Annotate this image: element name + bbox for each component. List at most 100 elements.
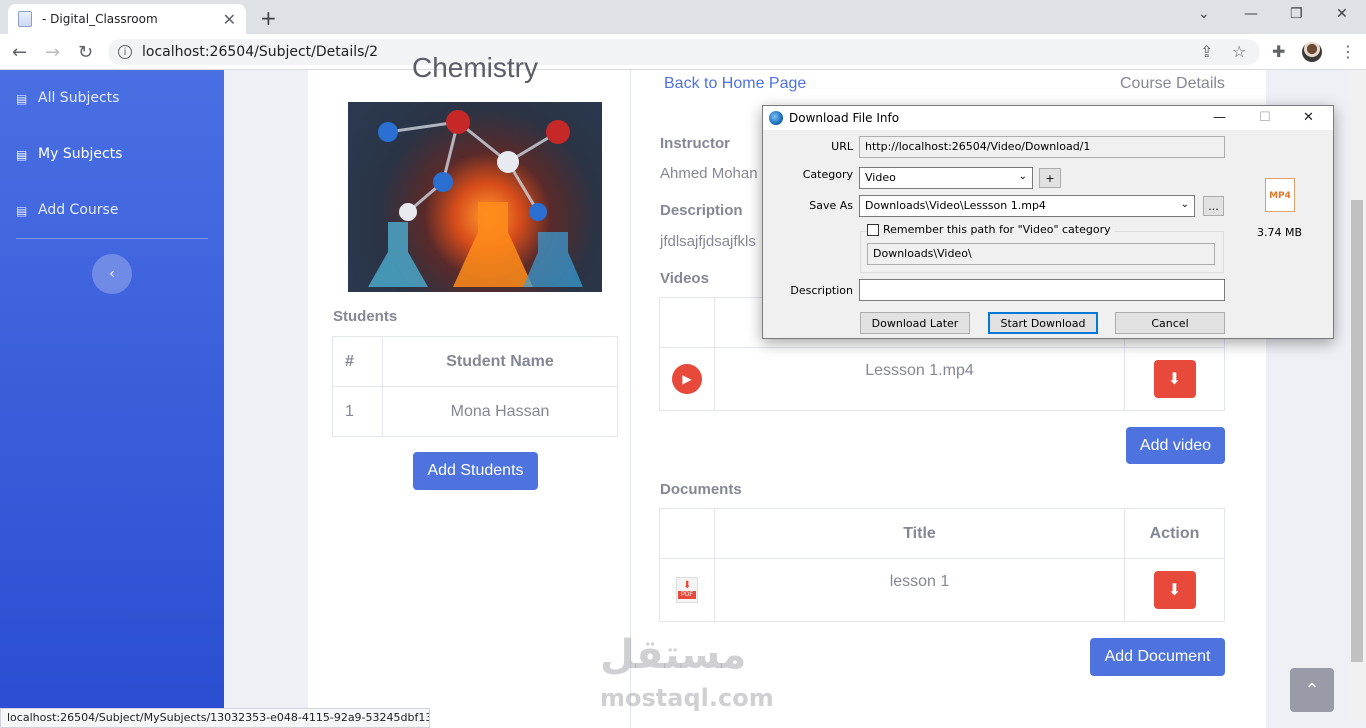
book-icon: ▤ xyxy=(16,148,28,162)
add-document-button[interactable]: Add Document xyxy=(1090,638,1225,676)
watermark-arabic: مستقل xyxy=(600,632,747,678)
file-type-label: MP4 xyxy=(1269,191,1291,201)
share-icon[interactable]: ⇪ xyxy=(1200,42,1213,61)
dialog-close-icon[interactable]: ✕ xyxy=(1303,110,1314,125)
browse-button[interactable]: ... xyxy=(1203,196,1224,216)
page-favicon-icon xyxy=(18,11,32,27)
documents-heading: Documents xyxy=(660,481,742,498)
sidebar-item-label: All Subjects xyxy=(38,90,120,106)
tab-close-icon[interactable]: ✕ xyxy=(223,10,236,29)
doc-header-title: Title xyxy=(714,508,1125,559)
new-tab-button[interactable]: + xyxy=(260,6,277,30)
download-icon: ⬇ xyxy=(1167,371,1182,388)
instructor-label: Instructor xyxy=(660,135,731,152)
url-field[interactable]: http://localhost:26504/Video/Download/1 xyxy=(859,136,1225,158)
extensions-puzzle-icon[interactable]: ✚ xyxy=(1272,42,1285,61)
student-index: 1 xyxy=(332,386,383,437)
site-info-icon[interactable]: i xyxy=(118,45,132,59)
category-value: Video xyxy=(865,171,896,184)
book-icon: ▤ xyxy=(16,92,28,106)
scrollbar-thumb[interactable] xyxy=(1351,200,1363,662)
category-label: Category xyxy=(802,168,853,181)
cancel-button[interactable]: Cancel xyxy=(1115,312,1225,334)
save-as-select[interactable]: Downloads\Video\Lessson 1.mp4 ⌄ xyxy=(859,195,1195,217)
document-title: lesson 1 xyxy=(714,558,1125,622)
sidebar-divider xyxy=(16,238,208,239)
browser-menu-icon[interactable]: ⋮ xyxy=(1340,42,1356,61)
status-bar-url: localhost:26504/Subject/MySubjects/13032… xyxy=(0,708,430,728)
sidebar-collapse-button[interactable]: ‹ xyxy=(92,254,132,294)
watermark-latin: mostaql.com xyxy=(600,684,774,712)
bookmark-star-icon[interactable]: ☆ xyxy=(1232,42,1246,61)
restore-icon[interactable]: ❐ xyxy=(1290,6,1303,22)
videos-heading: Videos xyxy=(660,270,709,287)
description-input[interactable] xyxy=(859,279,1225,301)
description-field-label: Description xyxy=(790,284,853,297)
pdf-tag: PDF xyxy=(678,591,696,599)
mp4-file-icon: MP4 xyxy=(1265,178,1295,212)
column-divider xyxy=(630,70,631,728)
browser-tab[interactable]: - Digital_Classroom ✕ xyxy=(8,4,246,34)
minimize-icon[interactable]: — xyxy=(1244,6,1258,22)
students-table: # Student Name 1 Mona Hassan xyxy=(332,336,618,437)
reload-icon[interactable]: ↻ xyxy=(78,42,93,63)
dialog-title: Download File Info xyxy=(789,111,900,125)
scroll-to-top-button[interactable]: ⌃ xyxy=(1290,668,1334,712)
documents-table: Title Action ⬇ PDF lesson 1 ⬇ xyxy=(659,508,1225,622)
table-row: ⬇ PDF lesson 1 ⬇ xyxy=(659,558,1225,622)
table-header-student-name: Student Name xyxy=(382,336,618,387)
table-row: 1 Mona Hassan xyxy=(332,386,618,437)
table-row: ▶ Lessson 1.mp4 ⬇ xyxy=(659,347,1225,411)
path-field: Downloads\Video\ xyxy=(867,243,1215,265)
subject-title: Chemistry xyxy=(411,52,538,83)
save-as-label: Save As xyxy=(809,199,853,212)
file-size: 3.74 MB xyxy=(1257,226,1303,239)
subject-image xyxy=(348,102,602,292)
download-file-info-dialog: Download File Info — ☐ ✕ URL http://loca… xyxy=(762,105,1334,339)
url-label: URL xyxy=(831,140,853,153)
sidebar-item-add-course[interactable]: ▤ Add Course xyxy=(16,202,118,218)
remember-path-label: Remember this path for "Video" category xyxy=(883,223,1111,236)
category-select[interactable]: Video ⌄ xyxy=(859,167,1033,189)
download-document-button[interactable]: ⬇ xyxy=(1153,571,1196,609)
remember-path-checkbox[interactable]: Remember this path for "Video" category xyxy=(867,223,1115,236)
dialog-minimize-icon[interactable]: — xyxy=(1213,110,1226,125)
video-title: Lessson 1.mp4 xyxy=(714,347,1125,411)
sidebar-item-my-subjects[interactable]: ▤ My Subjects xyxy=(16,146,122,162)
back-to-home-link[interactable]: Back to Home Page xyxy=(664,75,806,93)
chevron-down-icon: ⌄ xyxy=(1180,199,1189,210)
students-heading: Students xyxy=(333,308,398,325)
chevron-down-icon: ⌄ xyxy=(1018,171,1027,182)
download-later-button[interactable]: Download Later xyxy=(860,312,970,334)
tab-search-icon[interactable]: ⌄ xyxy=(1198,6,1210,22)
profile-avatar[interactable] xyxy=(1302,42,1322,62)
add-students-button[interactable]: Add Students xyxy=(413,452,538,490)
forward-arrow-icon[interactable]: → xyxy=(45,42,60,63)
add-video-button[interactable]: Add video xyxy=(1126,427,1225,464)
window-close-icon[interactable]: ✕ xyxy=(1336,6,1348,22)
description-value: jfdlsajfjdsajfkls xyxy=(660,233,756,250)
doc-header-action: Action xyxy=(1124,508,1225,559)
sidebar xyxy=(0,70,224,708)
book-icon: ▤ xyxy=(16,204,28,218)
save-as-value: Downloads\Video\Lessson 1.mp4 xyxy=(865,199,1046,212)
course-details-heading: Course Details xyxy=(1120,75,1225,92)
address-bar[interactable]: i localhost:26504/Subject/Details/2 xyxy=(108,39,1260,65)
download-video-button[interactable]: ⬇ xyxy=(1153,360,1196,398)
video-header-icon-col xyxy=(659,297,715,348)
play-icon[interactable]: ▶ xyxy=(672,364,702,394)
checkbox-box[interactable] xyxy=(867,223,879,236)
add-category-button[interactable]: + xyxy=(1039,168,1061,188)
sidebar-item-all-subjects[interactable]: ▤ All Subjects xyxy=(16,90,119,106)
sidebar-item-label: My Subjects xyxy=(38,146,123,162)
student-name: Mona Hassan xyxy=(382,386,618,437)
back-arrow-icon[interactable]: ← xyxy=(12,42,27,63)
dialog-titlebar[interactable]: Download File Info xyxy=(763,106,1333,130)
dialog-maximize-icon: ☐ xyxy=(1259,110,1271,125)
download-manager-icon xyxy=(769,111,783,125)
start-download-button[interactable]: Start Download xyxy=(988,312,1098,334)
tab-title: - Digital_Classroom xyxy=(42,12,158,26)
sidebar-item-label: Add Course xyxy=(38,202,119,218)
table-header-number: # xyxy=(332,336,383,387)
pdf-file-icon[interactable]: ⬇ PDF xyxy=(676,577,698,603)
